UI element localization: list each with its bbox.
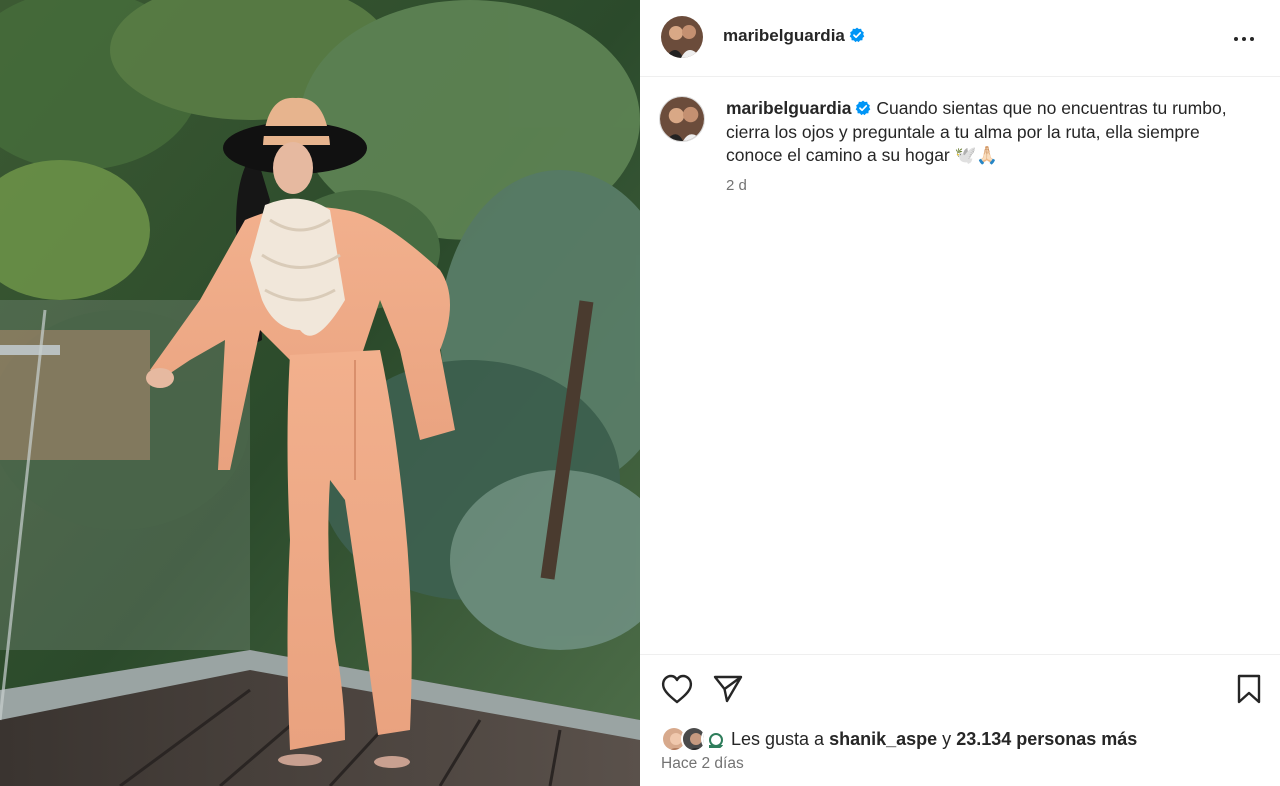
author-username-text[interactable]: maribelguardia (723, 26, 845, 45)
likes-others[interactable]: 23.134 personas más (956, 729, 1137, 750)
bookmark-icon[interactable] (1236, 674, 1262, 704)
likes-first-user[interactable]: shanik_aspe (829, 729, 937, 750)
post-image[interactable] (0, 0, 640, 786)
caption-username-text[interactable]: maribelguardia (726, 98, 851, 118)
post-details-panel: maribelguardia maribelguardia Cuando sie… (640, 0, 1280, 786)
caption-username[interactable]: maribelguardia (726, 98, 871, 118)
caption-author-avatar[interactable] (659, 96, 705, 142)
post-date[interactable]: Hace 2 días (661, 755, 744, 773)
liker-avatar (701, 726, 727, 752)
avatar-image (703, 728, 725, 750)
heart-icon[interactable] (661, 674, 693, 704)
caption-text: maribelguardia Cuando sientas que no enc… (726, 97, 1246, 168)
likes-connector: y (942, 728, 952, 749)
post-actions: Les gusta a shanik_aspe y 23.134 persona… (640, 654, 1280, 786)
avatar-image (661, 16, 703, 58)
post-header: maribelguardia (640, 0, 1280, 77)
post-photo-illustration (0, 0, 640, 786)
author-username[interactable]: maribelguardia (723, 26, 865, 46)
verified-badge-icon (849, 27, 865, 43)
verified-badge-icon (856, 100, 871, 116)
author-avatar[interactable] (661, 16, 703, 58)
caption-emoji: 🕊️🙏🏻 (954, 145, 999, 165)
likes-prefix: Les gusta a (731, 728, 825, 749)
more-options-icon[interactable] (1232, 27, 1256, 51)
avatar-image (660, 97, 704, 141)
share-icon[interactable] (713, 675, 743, 703)
caption-timestamp[interactable]: 2 d (726, 177, 747, 194)
likes-summary[interactable]: Les gusta a shanik_aspe y 23.134 persona… (661, 726, 1137, 752)
liker-avatars (661, 726, 729, 752)
